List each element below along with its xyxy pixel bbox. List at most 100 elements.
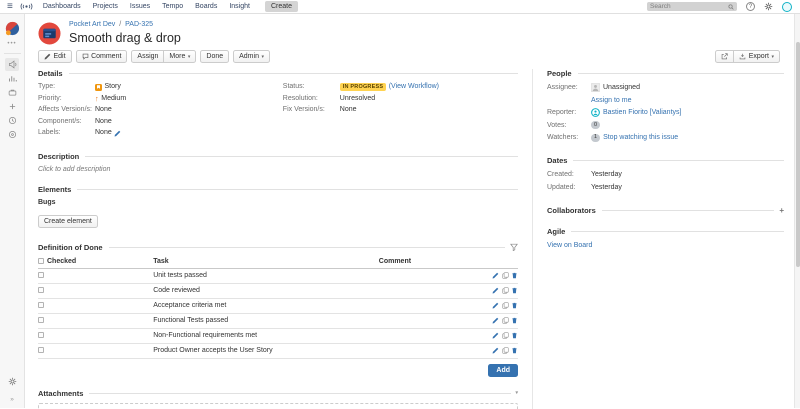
table-row: Acceptance criteria met <box>38 298 518 313</box>
edit-labels-icon[interactable] <box>114 130 121 137</box>
row-checkbox[interactable] <box>38 302 44 308</box>
row-checkbox[interactable] <box>38 272 44 278</box>
view-workflow-link[interactable]: (View Workflow) <box>389 83 439 91</box>
copy-row-icon[interactable] <box>502 317 509 324</box>
more-button[interactable]: More▾ <box>163 50 196 63</box>
add-task-button[interactable]: Add <box>488 364 518 377</box>
edit-row-icon[interactable] <box>492 287 499 294</box>
share-button[interactable] <box>715 50 734 63</box>
issue-main-column: Details Type: Story Priority: ↑Medium <box>38 69 532 409</box>
hamburger-menu-icon[interactable]: ≡ <box>7 2 13 12</box>
settings-circle-icon[interactable] <box>5 128 19 141</box>
user-avatar[interactable] <box>782 2 792 12</box>
menu-issues[interactable]: Issues <box>130 3 150 10</box>
filter-icon[interactable] <box>510 243 518 251</box>
delete-row-icon[interactable] <box>511 347 518 354</box>
delete-row-icon[interactable] <box>511 332 518 339</box>
delete-row-icon[interactable] <box>511 272 518 279</box>
table-row: Non-Functional requirements met <box>38 328 518 343</box>
menu-tempo[interactable]: Tempo <box>162 3 183 10</box>
edit-row-icon[interactable] <box>492 347 499 354</box>
copy-row-icon[interactable] <box>502 272 509 279</box>
divider <box>571 231 784 232</box>
app-logo-icon[interactable] <box>20 2 33 11</box>
task-cell: Unit tests passed <box>153 268 379 283</box>
briefcase-icon[interactable] <box>5 86 19 99</box>
edit-pencil-icon <box>44 53 51 60</box>
add-icon[interactable] <box>5 100 19 113</box>
more-projects-icon[interactable]: ••• <box>7 41 16 47</box>
watchers-badge[interactable]: 1 <box>591 134 600 142</box>
collaborators-heading: Collaborators + <box>547 206 784 215</box>
menu-insight[interactable]: Insight <box>229 3 250 10</box>
table-row: Product Owner accepts the User Story <box>38 343 518 358</box>
field-components: Component/s: None <box>38 118 283 126</box>
issue-header: Pocket Art Dev / PAD-325 Smooth drag & d… <box>38 20 784 45</box>
row-checkbox[interactable] <box>38 332 44 338</box>
copy-row-icon[interactable] <box>502 347 509 354</box>
delete-row-icon[interactable] <box>511 287 518 294</box>
edit-row-icon[interactable] <box>492 317 499 324</box>
delete-row-icon[interactable] <box>511 302 518 309</box>
row-checkbox[interactable] <box>38 347 44 353</box>
attachments-section: Attachments ▾ Drop files to attach, or b… <box>38 389 518 409</box>
scrollbar-thumb[interactable] <box>796 42 800 267</box>
menu-boards[interactable]: Boards <box>195 3 217 10</box>
menu-projects[interactable]: Projects <box>93 3 118 10</box>
export-button[interactable]: Export▾ <box>733 50 780 63</box>
divider <box>573 160 784 161</box>
breadcrumb-issue-link[interactable]: PAD-325 <box>125 21 153 28</box>
edit-button[interactable]: Edit <box>38 50 72 63</box>
chevron-down-icon: ▾ <box>188 54 191 60</box>
done-button[interactable]: Done <box>200 50 229 63</box>
story-type-icon <box>95 84 102 91</box>
menu-dashboards[interactable]: Dashboards <box>43 3 81 10</box>
edit-row-icon[interactable] <box>492 272 499 279</box>
megaphone-icon[interactable] <box>5 58 19 71</box>
table-row: Functional Tests passed <box>38 313 518 328</box>
vertical-scrollbar[interactable] <box>794 14 800 408</box>
create-button[interactable]: Create <box>265 1 298 12</box>
search-input[interactable] <box>650 3 728 10</box>
definition-of-done-section: Definition of Done Checked Task Comment <box>38 243 518 377</box>
sidebar-collapse-icon[interactable]: » <box>10 396 14 403</box>
reporter-link[interactable]: Bastien Fiorito [Valiantys] <box>603 108 681 117</box>
priority-medium-icon: ↑ <box>95 95 99 102</box>
assign-to-me-link[interactable]: Assign to me <box>591 97 631 104</box>
chevron-down-icon: ▾ <box>261 54 264 60</box>
assign-button[interactable]: Assign <box>131 50 164 63</box>
copy-row-icon[interactable] <box>502 302 509 309</box>
delete-row-icon[interactable] <box>511 317 518 324</box>
gear-icon[interactable] <box>764 2 773 11</box>
edit-row-icon[interactable] <box>492 302 499 309</box>
copy-row-icon[interactable] <box>502 287 509 294</box>
votes-badge[interactable]: 0 <box>591 121 600 129</box>
add-collaborator-icon[interactable]: + <box>779 207 784 214</box>
row-checkbox[interactable] <box>38 287 44 293</box>
project-sidebar: ••• <box>0 14 25 408</box>
copy-row-icon[interactable] <box>502 332 509 339</box>
breadcrumb-project-link[interactable]: Pocket Art Dev <box>69 21 115 28</box>
edit-row-icon[interactable] <box>492 332 499 339</box>
main-menu: Dashboards Projects Issues Tempo Boards … <box>43 1 298 12</box>
help-icon[interactable]: ? <box>746 2 755 11</box>
app-frame: ••• <box>0 14 800 408</box>
sidebar-settings-gear-icon[interactable] <box>8 373 17 391</box>
stop-watching-link[interactable]: Stop watching this issue <box>603 133 678 142</box>
collaborators-section: Collaborators + <box>547 206 784 215</box>
select-all-checkbox[interactable] <box>38 258 44 264</box>
attachments-menu-icon[interactable]: ▾ <box>515 390 518 396</box>
bar-chart-icon[interactable] <box>5 72 19 85</box>
page-title: Smooth drag & drop <box>69 31 181 45</box>
project-logo[interactable] <box>5 21 20 36</box>
admin-button[interactable]: Admin▾ <box>233 50 270 63</box>
comment-button[interactable]: Comment <box>76 50 128 63</box>
view-on-board-link[interactable]: View on Board <box>547 242 592 249</box>
clock-icon[interactable] <box>5 114 19 127</box>
elements-heading: Elements <box>38 185 518 194</box>
search-box[interactable] <box>647 2 737 11</box>
description-placeholder[interactable]: Click to add description <box>38 166 518 173</box>
attachments-dropzone[interactable]: Drop files to attach, or browse. <box>38 403 518 409</box>
row-checkbox[interactable] <box>38 317 44 323</box>
create-element-button[interactable]: Create element <box>38 215 98 228</box>
